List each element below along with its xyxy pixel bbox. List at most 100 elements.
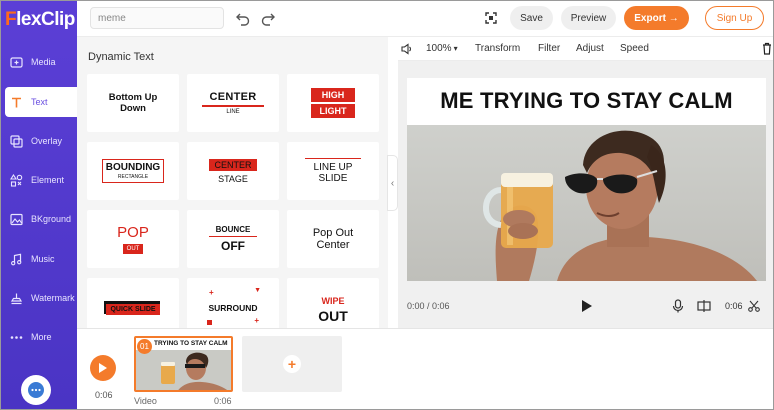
plus-mark: +	[254, 316, 259, 325]
card-sublabel: LINE	[226, 108, 240, 115]
fit-screen-icon[interactable]	[485, 12, 497, 24]
text-template-bounding-rectangle[interactable]: BOUNDING RECTANGLE	[87, 142, 179, 200]
text-template-center-stage[interactable]: CENTER STAGE	[187, 142, 279, 200]
card-label: CENTER	[209, 158, 257, 171]
text-template-line-up-slide[interactable]: LINE UP SLIDE	[287, 142, 379, 200]
project-name-input[interactable]	[90, 7, 224, 29]
timeline-play-button[interactable]	[90, 355, 116, 381]
undo-icon[interactable]	[235, 10, 251, 26]
red-line-divider	[202, 105, 264, 107]
collapse-panel-button[interactable]: ‹	[387, 155, 398, 211]
media-icon	[9, 55, 23, 69]
trash-icon[interactable]	[762, 42, 772, 55]
video-frame-image	[407, 125, 766, 281]
zoom-value: 100%	[426, 43, 452, 54]
top-toolbar: Save Preview Export → Sign Up	[77, 1, 773, 37]
card-sublabel: SLIDE	[318, 173, 348, 184]
card-sublabel: LIGHT	[311, 104, 355, 118]
sidebar-item-media[interactable]: Media	[5, 47, 77, 77]
clip-type-label: Video	[134, 396, 157, 406]
scissors-icon[interactable]	[748, 300, 760, 312]
microphone-icon[interactable]	[672, 299, 684, 313]
quick-slide-stack: QUICK SLIDE	[104, 300, 160, 315]
play-icon[interactable]	[581, 299, 593, 313]
transform-button[interactable]: Transform	[475, 43, 520, 54]
music-icon	[9, 252, 23, 266]
clip-number-badge: 01	[137, 339, 152, 354]
timeline-clip[interactable]: 01 TRYING TO STAY CALM	[134, 336, 233, 392]
text-template-wipe-out[interactable]: WIPE OUT	[287, 278, 379, 328]
plus-icon: +	[283, 355, 301, 373]
sidebar-item-more[interactable]: More	[5, 322, 77, 352]
card-sublabel: STAGE	[218, 173, 248, 184]
filter-button[interactable]: Filter	[538, 43, 560, 54]
card-label: QUICK SLIDE	[106, 303, 160, 315]
card-label: LINE UP	[313, 162, 353, 173]
text-template-center-line[interactable]: CENTER LINE	[187, 74, 279, 132]
plus-mark: +	[209, 288, 214, 297]
adjust-button[interactable]: Adjust	[576, 43, 604, 54]
sidebar-item-label: Watermark	[31, 293, 75, 303]
text-template-pop-out-center[interactable]: Pop Out Center	[287, 210, 379, 268]
preview-button[interactable]: Preview	[561, 6, 616, 30]
app-logo[interactable]: FlexClip	[5, 9, 75, 31]
text-template-surround[interactable]: + ▼ SURROUND +	[187, 278, 279, 328]
text-template-pop-out[interactable]: POP OUT	[87, 210, 179, 268]
clip-duration: 0:06	[214, 396, 232, 406]
background-icon	[9, 212, 23, 226]
preview-toolbar: 100% ▾ Transform Filter Adjust Speed	[398, 37, 773, 61]
chat-button[interactable]	[21, 375, 51, 405]
speed-button[interactable]: Speed	[620, 43, 649, 54]
card-label: BOUNCE	[215, 224, 251, 234]
text-template-high-light[interactable]: HIGH LIGHT	[287, 74, 379, 132]
text-template-bounce-off[interactable]: BOUNCE OFF	[187, 210, 279, 268]
add-clip-button[interactable]: +	[242, 336, 342, 392]
sidebar-item-text[interactable]: Text	[5, 87, 77, 117]
card-label: HIGH	[311, 88, 355, 102]
sidebar-item-watermark[interactable]: Watermark	[5, 283, 77, 313]
sidebar-item-element[interactable]: Element	[5, 165, 77, 195]
card-label: SURROUND	[208, 303, 258, 313]
volume-icon[interactable]	[401, 43, 413, 55]
watermark-icon	[9, 291, 23, 305]
save-button[interactable]: Save	[510, 6, 553, 30]
sidebar-item-music[interactable]: Music	[5, 244, 77, 274]
video-caption[interactable]: ME TRYING TO STAY CALM	[407, 88, 766, 114]
clip-thumbnail	[136, 350, 231, 390]
card-sublabel: RECTANGLE	[117, 174, 149, 180]
text-icon	[9, 95, 23, 109]
preview-area: ME TRYING TO STAY CALM 0:00 / 0:06 0:06	[398, 61, 773, 328]
logo-text: lexClip	[16, 9, 75, 30]
video-canvas[interactable]: ME TRYING TO STAY CALM	[407, 78, 766, 281]
sidebar-item-label: Overlay	[31, 136, 63, 146]
sidebar-item-label: Music	[31, 254, 55, 264]
timeline: 0:06 01 TRYING TO STAY CALM Video 0:06 +	[77, 328, 773, 409]
square-mark	[207, 320, 212, 325]
triangle-mark: ▼	[254, 287, 261, 294]
sidebar-item-label: Media	[31, 57, 56, 67]
zoom-select[interactable]: 100% ▾	[426, 43, 458, 54]
card-label: Bottom Up Down	[108, 92, 158, 114]
text-template-panel: Dynamic Text Bottom Up Down CENTER LINE …	[77, 37, 388, 328]
sidebar-item-background[interactable]: BKground	[5, 204, 77, 234]
split-icon[interactable]	[697, 299, 711, 313]
card-label: Pop Out	[312, 227, 354, 239]
element-icon	[9, 173, 23, 187]
text-template-quick-slide[interactable]: QUICK SLIDE	[87, 278, 179, 328]
sidebar-item-label: More	[31, 332, 52, 342]
export-button[interactable]: Export →	[624, 6, 689, 30]
overlay-icon	[9, 134, 23, 148]
card-label: WIPE	[321, 296, 345, 306]
card-label: POP	[117, 223, 149, 241]
logo-mark: F	[5, 9, 17, 30]
bounding-box: BOUNDING RECTANGLE	[101, 159, 165, 183]
chevron-left-icon: ‹	[390, 177, 395, 189]
redo-icon[interactable]	[260, 10, 276, 26]
text-template-bottom-up-down[interactable]: Bottom Up Down	[87, 74, 179, 132]
duration-readout: 0:06	[725, 301, 743, 311]
sign-up-button[interactable]: Sign Up	[705, 6, 764, 30]
sidebar-item-label: Element	[31, 175, 65, 185]
play-icon	[99, 363, 107, 373]
man-with-beer-illustration	[483, 130, 757, 281]
sidebar-item-overlay[interactable]: Overlay	[5, 126, 77, 156]
